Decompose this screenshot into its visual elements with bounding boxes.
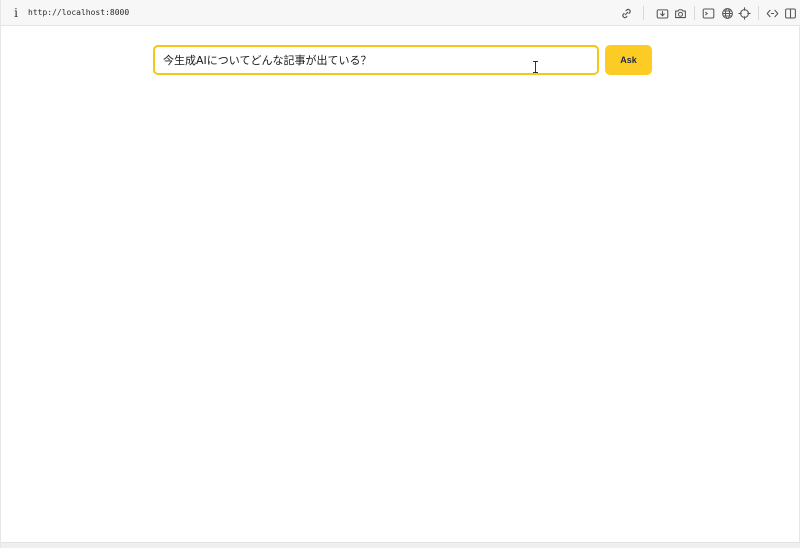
text-cursor-icon [533,61,538,73]
crosshair-icon[interactable] [737,6,751,20]
info-icon[interactable]: i [12,6,20,20]
globe-icon[interactable] [720,6,734,20]
ask-button[interactable]: Ask [605,45,652,75]
toolbar-divider [758,6,759,20]
browser-window: i http://localhost:8000 今生成AIについてどんな記事が出… [0,0,800,548]
camera-icon[interactable] [673,6,687,20]
terminal-icon[interactable] [701,6,715,20]
window-bottom-edge [1,542,800,548]
code-icon[interactable] [765,6,779,20]
download-icon[interactable] [655,6,669,20]
toolbar-divider [643,6,644,20]
split-panel-icon[interactable] [783,6,797,20]
link-icon[interactable] [619,6,633,20]
toolbar-divider [694,6,695,20]
browser-toolbar: i http://localhost:8000 [1,0,800,26]
address-bar-url[interactable]: http://localhost:8000 [28,7,129,19]
